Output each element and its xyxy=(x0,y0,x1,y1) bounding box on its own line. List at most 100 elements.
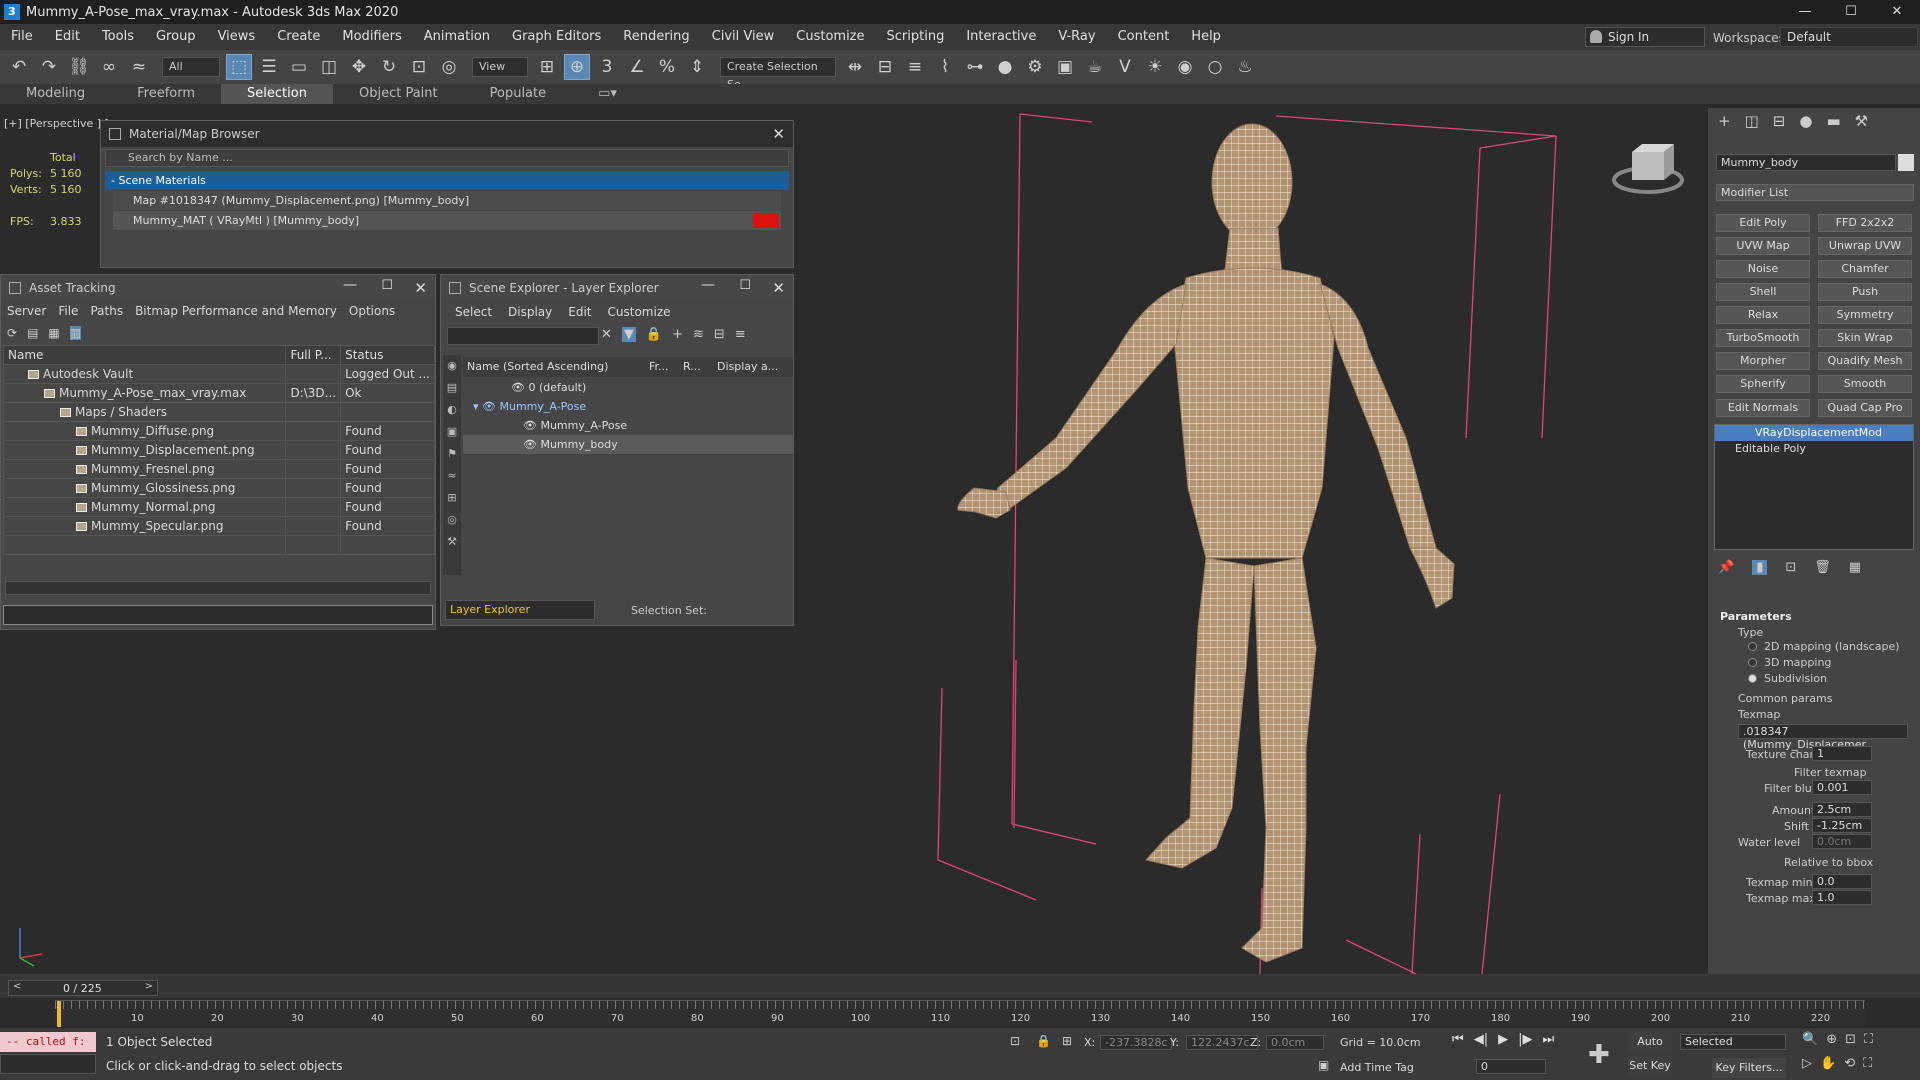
tab-object-paint[interactable]: Object Paint xyxy=(333,84,464,104)
menu-modifiers[interactable]: Modifiers xyxy=(331,24,412,50)
ref-coord-select[interactable]: View xyxy=(472,57,528,77)
auto-key-button[interactable]: Auto Key xyxy=(1628,1032,1672,1068)
display-tab-icon[interactable]: ▬ xyxy=(1826,112,1840,130)
add-time-tag[interactable]: Add Time Tag xyxy=(1340,1061,1414,1074)
edit-normals-button[interactable]: Edit Normals xyxy=(1716,399,1810,417)
explorer-type-select[interactable]: Layer Explorer xyxy=(445,600,595,620)
menu-help[interactable]: Help xyxy=(1180,24,1232,50)
named-selection-select[interactable]: Create Selection Se xyxy=(720,57,836,91)
prev-frame-icon[interactable]: < xyxy=(13,981,21,992)
ffd-button[interactable]: FFD 2x2x2 xyxy=(1818,214,1912,232)
table-row[interactable]: Mummy_Diffuse.png Found xyxy=(2,421,435,441)
rendered-frame-icon[interactable]: ▣ xyxy=(1052,54,1078,80)
list-icon[interactable]: ▤ xyxy=(27,326,38,340)
close-icon[interactable]: ✕ xyxy=(772,125,785,143)
tab-freeform[interactable]: Freeform xyxy=(111,84,221,104)
orbit-icon[interactable]: ⟲ xyxy=(1844,1056,1855,1071)
scale-icon[interactable]: ⊡ xyxy=(406,54,432,80)
light-icon[interactable]: ☀ xyxy=(1142,54,1168,80)
eye-icon[interactable]: 👁 xyxy=(523,438,540,451)
render-icon[interactable]: ☕ xyxy=(1082,54,1108,80)
quad-cap-pro-button[interactable]: Quad Cap Pro xyxy=(1818,399,1912,417)
tree-row[interactable]: ▾ 👁 Mummy_A-Pose xyxy=(463,397,793,416)
zoom-extents-icon[interactable]: ⊡ xyxy=(1845,1032,1856,1047)
vray-icon[interactable]: V xyxy=(1112,54,1138,80)
spinner-snap-icon[interactable]: ⇕ xyxy=(684,54,710,80)
menu-edit[interactable]: Edit xyxy=(560,305,599,319)
angle-snap-icon[interactable]: ∠ xyxy=(624,54,650,80)
horizontal-scrollbar[interactable] xyxy=(5,581,431,595)
tree-row-selected[interactable]: 👁 Mummy_body xyxy=(463,435,793,454)
turbosmooth-button[interactable]: TurboSmooth xyxy=(1716,329,1810,347)
lock-selection-icon[interactable]: 🔒 xyxy=(1036,1034,1051,1048)
mummy-mesh[interactable] xyxy=(957,123,1455,963)
unwrap-uvw-button[interactable]: Unwrap UVW xyxy=(1818,237,1912,255)
next-frame-icon[interactable]: > xyxy=(145,981,153,992)
pan-icon[interactable]: ✋ xyxy=(1820,1056,1836,1071)
ribbon-options-icon[interactable]: ▭▾ xyxy=(572,84,643,104)
column-display[interactable]: Display a... xyxy=(717,357,778,377)
select-object-icon[interactable]: ⬚ xyxy=(226,54,252,80)
table-row[interactable]: Mummy_Normal.png Found xyxy=(2,497,435,517)
teapot-icon[interactable]: ♨ xyxy=(1232,54,1258,80)
undo-icon[interactable]: ↶ xyxy=(6,54,32,80)
maxscript-input[interactable] xyxy=(0,1054,96,1074)
material-search-input[interactable]: Search by Name ... xyxy=(105,149,789,167)
motion-tab-icon[interactable]: ● xyxy=(1799,112,1812,130)
time-tag-icon[interactable]: ▣ xyxy=(1318,1058,1329,1072)
radio-2d-mapping[interactable] xyxy=(1748,642,1757,651)
new-layer-icon[interactable]: + xyxy=(672,327,683,342)
radio-subdivision[interactable] xyxy=(1748,674,1757,683)
workspace-select[interactable]: Default xyxy=(1780,27,1918,47)
column-render[interactable]: R... xyxy=(683,357,717,377)
amount-spinner[interactable]: 2.5cm xyxy=(1812,802,1872,817)
rectangle-selection-icon[interactable]: ▭ xyxy=(286,54,312,80)
thumbnail-icon[interactable]: ▦ xyxy=(48,326,59,340)
maximize-viewport-icon[interactable]: ⛶ xyxy=(1864,1032,1873,1047)
close-icon[interactable]: ✕ xyxy=(414,279,427,297)
fov-icon[interactable]: ▷ xyxy=(1802,1056,1812,1071)
go-to-end-icon[interactable]: ⏭ xyxy=(1542,1032,1554,1047)
menu-animation[interactable]: Animation xyxy=(413,24,501,50)
menu-customize[interactable]: Customize xyxy=(785,24,875,50)
menu-file[interactable]: File xyxy=(0,24,44,50)
chamfer-button[interactable]: Chamfer xyxy=(1818,260,1912,278)
utilities-tab-icon[interactable]: ⚒ xyxy=(1855,112,1868,130)
column-frozen[interactable]: Fr... xyxy=(649,357,683,377)
stack-item-vraydisplacement[interactable]: VRayDisplacementMod xyxy=(1715,425,1913,441)
set-key-button[interactable]: Set Key xyxy=(1628,1056,1672,1076)
menu-group[interactable]: Group xyxy=(145,24,207,50)
move-icon[interactable]: ✥ xyxy=(346,54,372,80)
scene-search-input[interactable] xyxy=(447,327,599,345)
stack-item-editable-poly[interactable]: Editable Poly xyxy=(1715,441,1913,457)
table-row[interactable]: Mummy_Displacement.png Found xyxy=(2,440,435,460)
maximize-icon[interactable]: ☐ xyxy=(381,278,393,293)
x-coord-field[interactable]: -237.3828c xyxy=(1100,1035,1172,1050)
minimize-icon[interactable]: — xyxy=(343,277,357,293)
sign-in-button[interactable]: Sign In xyxy=(1585,27,1705,47)
tab-modeling[interactable]: Modeling xyxy=(0,84,111,104)
sphere-icon[interactable]: ○ xyxy=(1202,54,1228,80)
menu-interactive[interactable]: Interactive xyxy=(955,24,1047,50)
relative-bbox-checkbox[interactable]: Relative to bbox xyxy=(1784,856,1873,869)
modifier-list-select[interactable]: Modifier List xyxy=(1716,184,1914,201)
pivot-icon[interactable]: ⊞ xyxy=(534,54,560,80)
y-coord-field[interactable]: 122.2437c xyxy=(1186,1035,1258,1050)
eye-icon[interactable]: 👁 xyxy=(511,381,528,394)
object-name-input[interactable]: Mummy_body xyxy=(1716,154,1896,171)
menu-views[interactable]: Views xyxy=(207,24,267,50)
minimize-button[interactable]: — xyxy=(1782,0,1828,24)
mirror-icon[interactable]: ⇹ xyxy=(842,54,868,80)
layers-icon[interactable]: ≋ xyxy=(693,327,704,342)
menu-bitmap-performance[interactable]: Bitmap Performance and Memory xyxy=(129,304,343,318)
symmetry-button[interactable]: Symmetry xyxy=(1818,306,1912,324)
table-row[interactable]: Autodesk Vault Logged Out ... xyxy=(2,364,435,384)
push-button[interactable]: Push xyxy=(1818,283,1912,301)
tree-row[interactable]: 👁 Mummy_A-Pose xyxy=(463,416,793,435)
walk-icon[interactable]: ⛶ xyxy=(1863,1056,1872,1071)
material-item[interactable]: Mummy_MAT ( VRayMtl ) [Mummy_body] xyxy=(113,211,781,230)
time-cursor[interactable] xyxy=(57,1001,61,1027)
column-status[interactable]: Status xyxy=(340,345,435,365)
expand-icon[interactable]: ▾ xyxy=(473,400,482,413)
curve-editor-icon[interactable]: ⌇ xyxy=(932,54,958,80)
